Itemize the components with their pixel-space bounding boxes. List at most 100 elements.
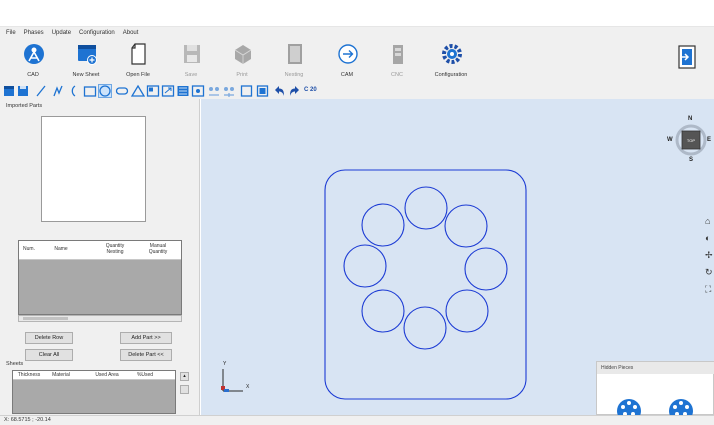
open-file-label: Open File <box>126 72 150 78</box>
parts-table: Num. Name Quantity Nesting Manual Quanti… <box>18 240 182 315</box>
delete-part-button[interactable]: Delete Part << <box>120 349 172 361</box>
pan-icon[interactable]: ✢ <box>705 250 713 261</box>
new-icon[interactable] <box>3 84 15 98</box>
circle-icon[interactable] <box>98 84 112 98</box>
scroll-thumb[interactable] <box>23 317 68 320</box>
hidden-pieces-panel: Hidden Pieces <box>596 361 714 415</box>
print-button[interactable]: Print <box>219 39 265 83</box>
rotate-icon[interactable]: ↻ <box>705 267 713 278</box>
open-file-icon <box>131 43 146 65</box>
col-num: Num. <box>23 246 35 252</box>
cnc-icon <box>393 45 403 64</box>
array-icon[interactable] <box>222 84 236 98</box>
mirror-icon[interactable] <box>207 84 221 98</box>
save-label: Save <box>184 72 198 78</box>
col-thickness: Thickness <box>17 372 41 378</box>
menu-phases[interactable]: Phases <box>24 30 44 36</box>
rectangle-icon[interactable] <box>83 84 97 98</box>
navigation-bar: ⌂ ◐ ✢ ↻ ⛶ <box>705 216 714 306</box>
home-icon[interactable]: ⌂ <box>705 216 710 226</box>
sheets-table: Thickness Material Used Area %Used <box>12 370 176 414</box>
clear-all-button[interactable]: Clear All <box>25 349 73 361</box>
view-cube[interactable]: N S W E TOP <box>667 116 712 164</box>
compass-south: S <box>689 157 694 163</box>
left-panel: Imported Parts Num. Name Quantity Nestin… <box>0 99 200 415</box>
save-icon <box>184 45 200 63</box>
command-code: C 20 <box>304 87 317 93</box>
menu-bar: File Phases Update Configuration About <box>0 27 714 39</box>
configuration-button[interactable]: Configuration <box>428 39 474 83</box>
exit-icon[interactable] <box>676 44 698 70</box>
sheets-table-header: Thickness Material Used Area %Used <box>13 371 175 380</box>
nesting-label: Nesting <box>284 72 304 78</box>
title-bar <box>0 0 714 27</box>
hole-5 <box>403 306 447 350</box>
hidden-pieces-title: Hidden Pieces <box>597 362 714 374</box>
configuration-label: Configuration <box>434 72 468 78</box>
box-icon[interactable] <box>240 84 253 98</box>
new-sheet-icon <box>78 45 97 65</box>
zoom-extents-icon[interactable]: ⛶ <box>705 284 711 295</box>
zoom-window-icon[interactable] <box>146 84 160 98</box>
save-button[interactable]: Save <box>168 39 214 83</box>
col-used-area: Used Area <box>95 372 119 378</box>
new-sheet-button[interactable]: New Sheet <box>63 39 109 83</box>
print-label: Print <box>236 72 248 78</box>
nesting-button[interactable]: Nesting <box>271 39 317 83</box>
cad-viewport[interactable]: N S W E TOP ⌂ ◐ ✢ ↻ ⛶ Y X Hidden Pieces <box>201 99 714 415</box>
hidden-piece-thumb-2[interactable] <box>667 397 695 415</box>
cad-button[interactable]: CAD <box>10 39 56 83</box>
slot-icon[interactable] <box>115 84 129 98</box>
add-part-button[interactable]: Add Part >> <box>120 332 172 344</box>
undo-icon[interactable] <box>273 84 286 98</box>
col-name: Name <box>54 246 68 252</box>
parts-table-header: Num. Name Quantity Nesting Manual Quanti… <box>19 241 181 260</box>
polyline-icon[interactable] <box>52 84 64 98</box>
part-preview <box>41 116 146 222</box>
frame-icon[interactable] <box>256 84 269 98</box>
menu-file[interactable]: File <box>6 30 16 36</box>
hidden-piece-thumb-1[interactable] <box>615 397 643 415</box>
menu-configuration[interactable]: Configuration <box>79 30 115 36</box>
orbit-icon[interactable]: ◐ <box>705 233 710 243</box>
menu-about[interactable]: About <box>123 30 139 36</box>
hole-8 <box>361 203 405 247</box>
col-material: Material <box>52 372 70 378</box>
nesting-icon <box>288 44 302 64</box>
print-icon <box>234 45 252 64</box>
redo-icon[interactable] <box>288 84 301 98</box>
hole-3 <box>464 247 508 291</box>
hole-6 <box>361 289 405 333</box>
menu-update[interactable]: Update <box>52 30 71 36</box>
cnc-label: CNC <box>391 72 403 78</box>
view-cube-face: TOP <box>686 138 696 143</box>
cad-icon <box>24 44 44 64</box>
cam-label: CAM <box>340 72 354 78</box>
compass-east: E <box>707 137 712 143</box>
parts-table-hscroll[interactable] <box>18 315 182 322</box>
sheet-down-button[interactable] <box>180 385 189 394</box>
line-icon[interactable] <box>35 84 47 98</box>
grid-snap-icon[interactable] <box>191 84 205 98</box>
imported-parts-label: Imported Parts <box>6 103 43 109</box>
col-manual-quantity: Manual Quantity <box>148 243 168 255</box>
y-axis-label: Y <box>223 361 227 367</box>
configuration-icon <box>442 44 462 64</box>
status-bar: X: 68.5715 ; -20.14 <box>0 415 714 425</box>
cam-button[interactable]: CAM <box>324 39 370 83</box>
open-file-button[interactable]: Open File <box>115 39 161 83</box>
compass-north: N <box>688 116 693 122</box>
delete-row-button[interactable]: Delete Row <box>25 332 73 344</box>
triangle-icon[interactable] <box>131 84 145 98</box>
sheet-up-button[interactable]: ▴ <box>180 372 189 381</box>
save-icon[interactable] <box>17 84 29 98</box>
col-quantity-nesting: Quantity Nesting <box>105 243 125 255</box>
cnc-button[interactable]: CNC <box>374 39 420 83</box>
new-sheet-label: New Sheet <box>72 72 100 78</box>
arc-icon[interactable] <box>66 84 78 98</box>
hole-2 <box>444 204 488 248</box>
ribbon-toolbar: CAD New Sheet Open File Save Print Nesti… <box>0 39 714 83</box>
hatch-icon[interactable] <box>176 84 190 98</box>
col-percent-used: %Used <box>136 372 154 378</box>
zoom-fit-icon[interactable] <box>161 84 175 98</box>
